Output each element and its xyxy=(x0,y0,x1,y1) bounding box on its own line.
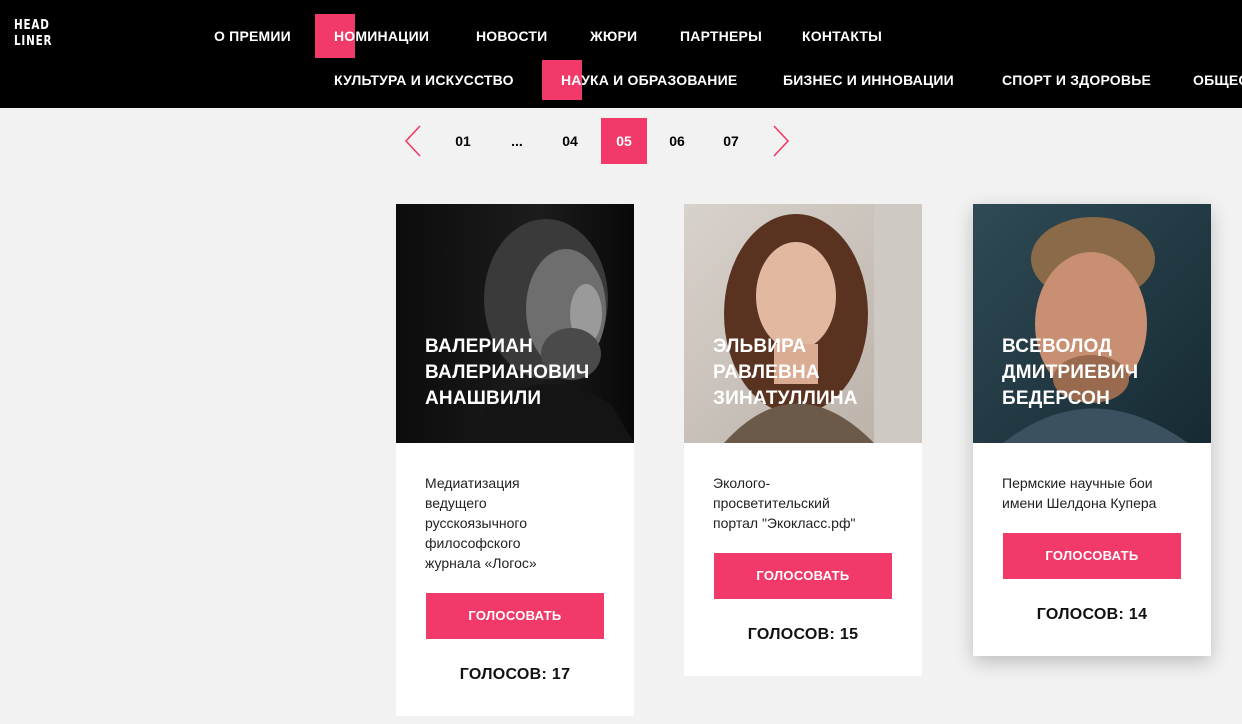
vote-count: ГОЛОСОВ: 17 xyxy=(459,666,571,683)
vote-button[interactable]: ГОЛОСОВАТЬ xyxy=(714,553,892,599)
logo-line-1: HEAD xyxy=(14,18,50,33)
subnav-item-business[interactable]: БИЗНЕС И ИННОВАЦИИ xyxy=(783,72,954,88)
vote-count: ГОЛОСОВ: 15 xyxy=(747,626,859,643)
headliner-logo[interactable]: HEAD LINER xyxy=(14,18,53,56)
candidate-name: ВАЛЕРИАН ВАЛЕРИАНОВИЧ АНАШВИЛИ xyxy=(425,336,590,409)
nav-item-partners[interactable]: ПАРТНЕРЫ xyxy=(680,28,762,44)
chevron-left-icon[interactable] xyxy=(402,124,424,158)
candidate-card-zinatullina: ЭЛЬВИРА РАВЛЕВНА ЗИНАТУЛЛИНА Эколого- пр… xyxy=(684,204,922,676)
page-link-06[interactable]: 06 xyxy=(654,118,700,164)
page-link-01[interactable]: 01 xyxy=(440,118,486,164)
site-header: HEAD LINER О ПРЕМИИ НОМИНАЦИИ НОВОСТИ ЖЮ… xyxy=(0,0,1242,108)
nav-item-nominations[interactable]: НОМИНАЦИИ xyxy=(334,28,429,44)
vote-button[interactable]: ГОЛОСОВАТЬ xyxy=(426,593,604,639)
logo-line-2: LINER xyxy=(14,34,53,49)
candidate-name: ВСЕВОЛОД ДМИТРИЕВИЧ БЕДЕРСОН xyxy=(1002,336,1139,409)
chevron-right-icon[interactable] xyxy=(770,124,792,158)
candidate-photo: ЭЛЬВИРА РАВЛЕВНА ЗИНАТУЛЛИНА xyxy=(684,204,922,443)
vote-button[interactable]: ГОЛОСОВАТЬ xyxy=(1003,533,1181,579)
candidate-photo: ВАЛЕРИАН ВАЛЕРИАНОВИЧ АНАШВИЛИ xyxy=(396,204,634,443)
nav-item-about[interactable]: О ПРЕМИИ xyxy=(214,28,291,44)
vote-count: ГОЛОСОВ: 14 xyxy=(1036,606,1148,623)
subnav-item-culture[interactable]: КУЛЬТУРА И ИСКУССТВО xyxy=(334,72,514,88)
page-link-04[interactable]: 04 xyxy=(547,118,593,164)
candidate-card-bederson: ВСЕВОЛОД ДМИТРИЕВИЧ БЕДЕРСОН Пермские на… xyxy=(973,204,1211,656)
subnav-item-society[interactable]: ОБЩЕС xyxy=(1193,72,1242,88)
nav-item-news[interactable]: НОВОСТИ xyxy=(476,28,547,44)
nav-item-jury[interactable]: ЖЮРИ xyxy=(590,28,637,44)
nav-item-contacts[interactable]: КОНТАКТЫ xyxy=(802,28,882,44)
candidate-name: ЭЛЬВИРА РАВЛЕВНА ЗИНАТУЛЛИНА xyxy=(713,336,858,409)
subnav-item-science[interactable]: НАУКА И ОБРАЗОВАНИЕ xyxy=(561,72,737,88)
project-description: Эколого- просветительский портал "Экокла… xyxy=(713,475,856,531)
candidate-card-anashvili: ВАЛЕРИАН ВАЛЕРИАНОВИЧ АНАШВИЛИ Медиатиза… xyxy=(396,204,634,716)
candidate-photo: ВСЕВОЛОД ДМИТРИЕВИЧ БЕДЕРСОН xyxy=(973,204,1211,443)
page-link-07[interactable]: 07 xyxy=(708,118,754,164)
page-ellipsis: ... xyxy=(511,133,523,149)
subnav-item-sport[interactable]: СПОРТ И ЗДОРОВЬЕ xyxy=(1002,72,1151,88)
page-link-05-current[interactable]: 05 xyxy=(601,118,647,164)
project-description: Пермские научные бои имени Шелдона Купер… xyxy=(1002,475,1157,511)
project-description: Медиатизация ведущего русскоязычного фил… xyxy=(425,475,537,571)
